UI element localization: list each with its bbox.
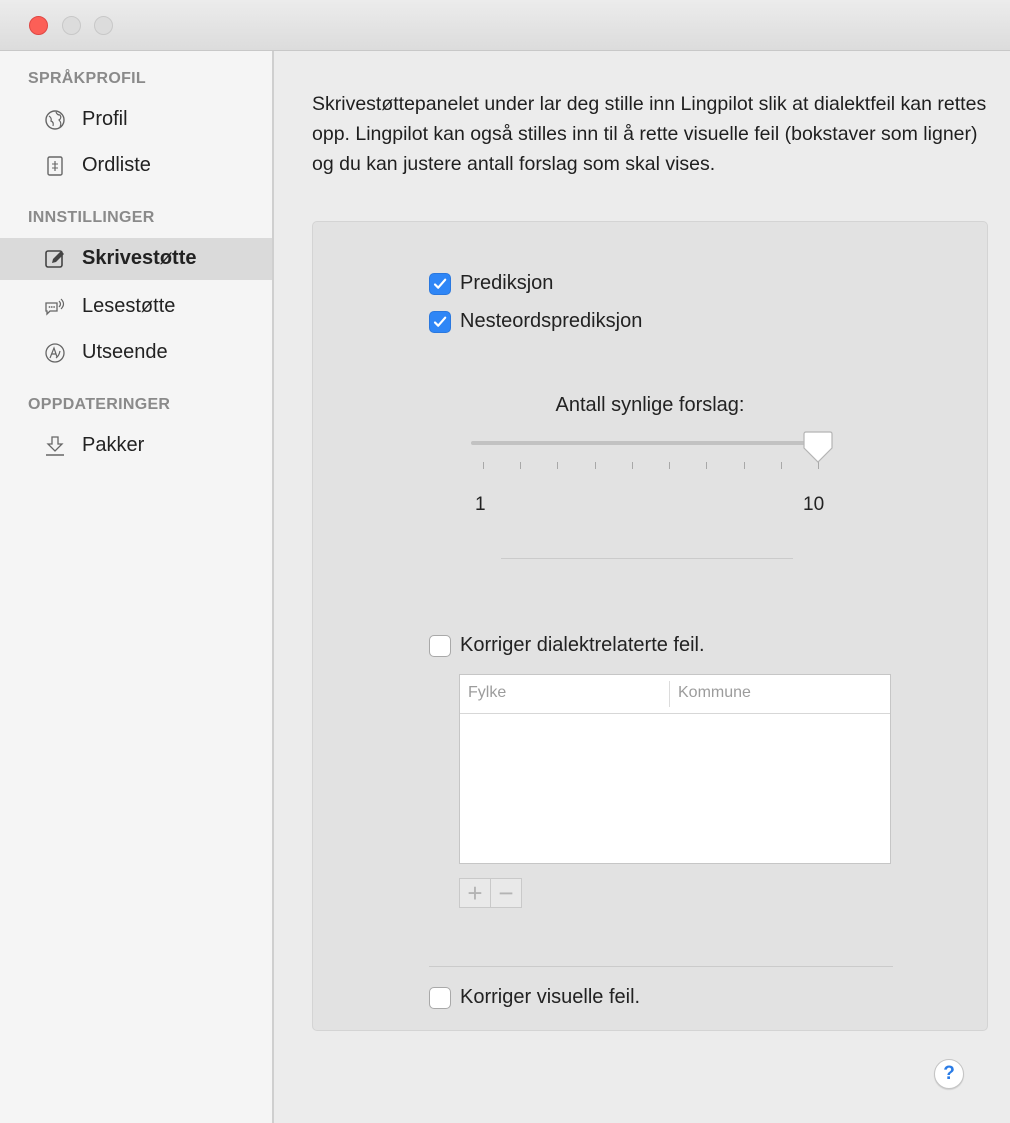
panel-description: Skrivestøttepanelet under lar deg stille… [312, 93, 987, 175]
speech-icon [45, 298, 65, 316]
checkmark-icon [433, 278, 447, 289]
remove-row-button[interactable]: − [490, 878, 522, 908]
visual-correction-label: Korriger visuelle feil. [460, 986, 641, 1008]
section-heading-settings: INNSTILLINGER [28, 209, 155, 226]
visual-checkbox-row[interactable]: Korriger visuelle feil. [429, 986, 640, 1009]
sidebar-item-appearance[interactable]: Utseende [0, 332, 272, 374]
pencil-icon [45, 250, 64, 268]
slider-tick [780, 462, 782, 469]
download-icon [46, 436, 64, 456]
slider-min-label: 1 [475, 494, 486, 515]
section-heading-language-profile: SPRÅKPROFIL [28, 70, 146, 87]
dictionary-icon [47, 156, 63, 176]
settings-panel: Prediksjon Nesteordsprediksjon Antall sy… [312, 221, 988, 1031]
zoom-window-button[interactable] [94, 16, 113, 35]
sidebar-item-label: Lesestøtte [82, 295, 176, 317]
minimize-window-button[interactable] [62, 16, 81, 35]
next-word-prediction-checkbox[interactable] [429, 310, 451, 333]
prediction-checkbox-row[interactable]: Prediksjon [429, 272, 553, 295]
sidebar-item-label: Profil [82, 108, 128, 130]
column-separator [669, 681, 670, 707]
slider-tick [520, 462, 522, 469]
appearance-icon [45, 343, 65, 363]
sidebar-item-dictionary[interactable]: Ordliste [0, 145, 272, 187]
sidebar-item-profile[interactable]: Profil [0, 99, 272, 141]
slider-tick [743, 462, 745, 469]
dialect-correction-checkbox[interactable] [429, 634, 451, 657]
globe-icon [45, 110, 65, 130]
sidebar-item-writing-support[interactable]: Skrivestøtte [0, 238, 272, 280]
sidebar-item-label: Utseende [82, 341, 168, 363]
title-bar [0, 0, 1010, 51]
column-header-municipality[interactable]: Kommune [678, 684, 751, 702]
dialect-checkbox-row[interactable]: Korriger dialektrelaterte feil. [429, 634, 705, 657]
divider [429, 966, 893, 967]
section-heading-updates: OPPDATERINGER [28, 396, 171, 413]
slider-tick [669, 462, 671, 469]
prediction-checkbox[interactable] [429, 272, 451, 295]
sidebar-item-reading-support[interactable]: Lesestøtte [0, 286, 272, 328]
sidebar-item-label: Skrivestøtte [82, 247, 197, 269]
visual-correction-checkbox[interactable] [429, 986, 451, 1009]
slider-tick [483, 462, 484, 469]
sidebar: SPRÅKPROFIL Profil Ordliste INNSTILLINGE… [0, 51, 274, 1123]
preferences-window: SPRÅKPROFIL Profil Ordliste INNSTILLINGE… [0, 0, 1010, 1123]
content-pane: Skrivestøttepanelet under lar deg stille… [274, 51, 1010, 1123]
help-button[interactable]: ? [934, 1059, 964, 1089]
dialect-correction-label: Korriger dialektrelaterte feil. [460, 634, 705, 656]
divider [501, 558, 793, 559]
close-window-button[interactable] [29, 16, 48, 35]
prediction-label: Prediksjon [460, 272, 554, 294]
sidebar-item-label: Pakker [82, 434, 145, 456]
suggestions-slider-track[interactable] [471, 441, 817, 445]
slider-tick [557, 462, 559, 469]
slider-tick [594, 462, 596, 469]
slider-tick [631, 462, 633, 469]
suggestions-slider-thumb[interactable] [803, 430, 833, 464]
table-header: Fylke Kommune [460, 675, 890, 714]
column-header-county[interactable]: Fylke [468, 684, 506, 702]
dialect-table[interactable]: Fylke Kommune [459, 674, 891, 864]
add-row-button[interactable]: + [459, 878, 491, 908]
sidebar-item-packages[interactable]: Pakker [0, 425, 272, 467]
next-word-checkbox-row[interactable]: Nesteordsprediksjon [429, 310, 642, 333]
slider-tick [706, 462, 708, 469]
slider-title: Antall synlige forslag: [555, 394, 745, 416]
next-word-prediction-label: Nesteordsprediksjon [460, 310, 643, 332]
sidebar-item-label: Ordliste [82, 154, 151, 176]
slider-max-label: 10 [803, 494, 825, 515]
checkmark-icon [433, 316, 447, 327]
